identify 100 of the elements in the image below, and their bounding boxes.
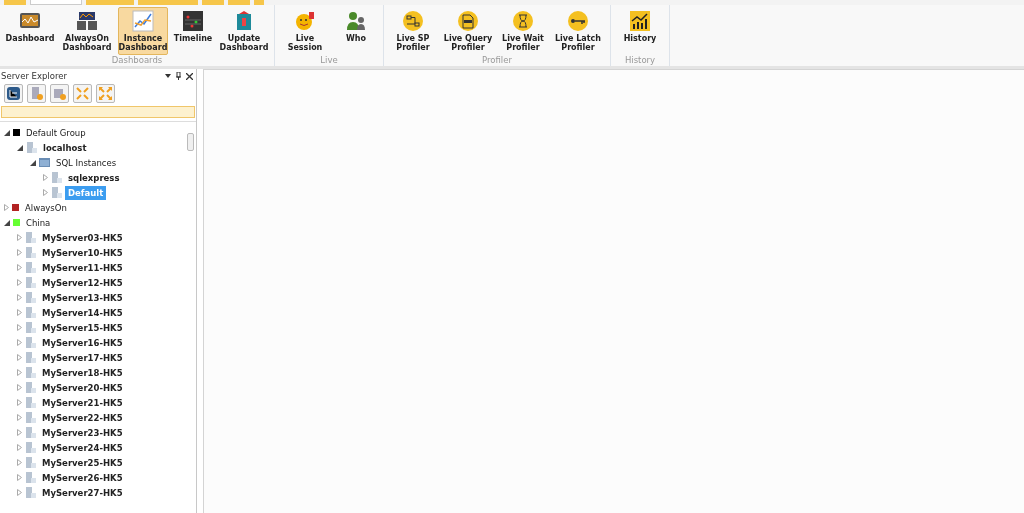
group-label: Dashboards <box>110 55 164 66</box>
ribbon-button[interactable]: Live Session <box>279 7 331 55</box>
expand-arrow-icon[interactable] <box>17 429 22 436</box>
server-icon <box>25 262 36 273</box>
server-icon <box>25 337 36 348</box>
server-icon <box>51 187 62 198</box>
close-icon[interactable] <box>186 72 193 80</box>
server-icon <box>25 367 36 378</box>
tree-item[interactable]: SQL Instances <box>53 155 120 170</box>
tree-item[interactable]: MyServer11-HK5 <box>39 260 126 275</box>
server-icon <box>25 457 36 468</box>
expand-arrow-icon[interactable] <box>17 279 22 286</box>
dropdown-icon[interactable] <box>165 74 171 78</box>
expand-arrow-icon[interactable] <box>17 294 22 301</box>
expand-arrow-icon[interactable] <box>17 474 22 481</box>
expand-arrow-icon[interactable] <box>17 354 22 361</box>
key-icon <box>567 10 589 32</box>
ribbon-button[interactable]: Timeline <box>170 7 216 55</box>
expand-arrow-icon[interactable] <box>17 489 22 496</box>
expand-arrow-icon[interactable] <box>17 384 22 391</box>
ribbon-button[interactable]: Dashboard <box>4 7 56 55</box>
tree-item[interactable]: MyServer26-HK5 <box>39 470 126 485</box>
tree-item[interactable]: MyServer22-HK5 <box>39 410 126 425</box>
expand-arrow-icon[interactable] <box>17 264 22 271</box>
ribbon-button[interactable]: Live SP Profiler <box>388 7 438 55</box>
tree-item[interactable]: MyServer21-HK5 <box>39 395 126 410</box>
ribbon-button[interactable]: Who <box>333 7 379 55</box>
tree-item[interactable]: MyServer24-HK5 <box>39 440 126 455</box>
line-chart-icon <box>132 10 154 32</box>
server-icon <box>25 487 36 498</box>
collapse-all-icon <box>76 87 89 100</box>
expand-arrow-icon[interactable] <box>17 414 22 421</box>
explorer-toolbar-button[interactable] <box>4 84 23 103</box>
tree-item[interactable]: localhost <box>40 140 90 155</box>
timeline-icon <box>182 10 204 32</box>
tree-item[interactable]: MyServer14-HK5 <box>39 305 126 320</box>
expand-arrow-icon[interactable] <box>17 459 22 466</box>
add-database-icon <box>53 87 66 100</box>
ribbon-button[interactable]: Live Latch Profiler <box>550 7 606 55</box>
tree-item[interactable]: MyServer17-HK5 <box>39 350 126 365</box>
ribbon-button[interactable]: History <box>615 7 665 55</box>
collapse-arrow-icon[interactable] <box>30 159 36 166</box>
server-icon <box>25 442 36 453</box>
sql-document-icon <box>457 10 479 32</box>
tree-item[interactable]: MyServer27-HK5 <box>39 485 126 500</box>
ribbon-button[interactable]: Live Wait Profiler <box>498 7 548 55</box>
tree-item[interactable]: sqlexpress <box>65 170 123 185</box>
expand-arrow-icon[interactable] <box>43 174 48 181</box>
tree-item[interactable]: AlwaysOn <box>22 200 70 215</box>
users-icon <box>345 10 367 32</box>
server-icon <box>25 472 36 483</box>
server-icon <box>25 277 36 288</box>
ribbon-button[interactable]: Live Query Profiler <box>440 7 496 55</box>
ribbon-button[interactable]: Instance Dashboard <box>118 7 168 55</box>
tree-item[interactable]: MyServer15-HK5 <box>39 320 126 335</box>
expand-arrow-icon[interactable] <box>17 249 22 256</box>
tree-item[interactable]: MyServer03-HK5 <box>39 230 126 245</box>
ribbon-tab[interactable] <box>30 0 82 5</box>
expand-all-icon <box>99 87 112 100</box>
expand-arrow-icon[interactable] <box>17 309 22 316</box>
server-icon <box>25 412 36 423</box>
server-icon <box>25 352 36 363</box>
expand-arrow-icon[interactable] <box>17 444 22 451</box>
tree-item[interactable]: MyServer23-HK5 <box>39 425 126 440</box>
tree-item[interactable]: MyServer16-HK5 <box>39 335 126 350</box>
tree-item[interactable]: MyServer13-HK5 <box>39 290 126 305</box>
tree-item[interactable]: China <box>23 215 54 230</box>
expand-arrow-icon[interactable] <box>17 369 22 376</box>
collapse-arrow-icon[interactable] <box>4 219 10 226</box>
server-icon <box>25 427 36 438</box>
ribbon-button[interactable]: Update Dashboard <box>218 7 270 55</box>
group-label: Profiler <box>481 55 513 66</box>
server-icon <box>25 397 36 408</box>
expand-arrow-icon[interactable] <box>17 324 22 331</box>
tree-item[interactable]: MyServer25-HK5 <box>39 455 126 470</box>
pin-icon[interactable] <box>176 72 181 80</box>
group-label: History <box>623 55 657 66</box>
server-icon <box>26 142 37 153</box>
filter-field[interactable] <box>1 106 195 118</box>
server-icon <box>25 382 36 393</box>
tree-item[interactable]: MyServer20-HK5 <box>39 380 126 395</box>
collapse-arrow-icon[interactable] <box>17 144 23 151</box>
expand-arrow-icon[interactable] <box>17 399 22 406</box>
add-server-icon <box>30 87 43 100</box>
tree-item[interactable]: Default Group <box>23 125 89 140</box>
server-icon <box>25 232 36 243</box>
expand-arrow-icon[interactable] <box>43 189 48 196</box>
server-icon <box>25 307 36 318</box>
ribbon-button[interactable]: AlwaysOn Dashboard <box>58 7 116 55</box>
server-icon <box>51 172 62 183</box>
tree-item[interactable]: MyServer18-HK5 <box>39 365 126 380</box>
tree-item[interactable]: MyServer10-HK5 <box>39 245 126 260</box>
expand-arrow-icon[interactable] <box>17 339 22 346</box>
expand-arrow-icon[interactable] <box>17 234 22 241</box>
tree-item[interactable]: MyServer12-HK5 <box>39 275 126 290</box>
expand-arrow-icon[interactable] <box>4 204 9 211</box>
smiley-icon <box>294 10 316 32</box>
collapse-arrow-icon[interactable] <box>4 129 10 136</box>
server-icon <box>25 247 36 258</box>
pane-title: Server Explorer <box>1 71 67 81</box>
